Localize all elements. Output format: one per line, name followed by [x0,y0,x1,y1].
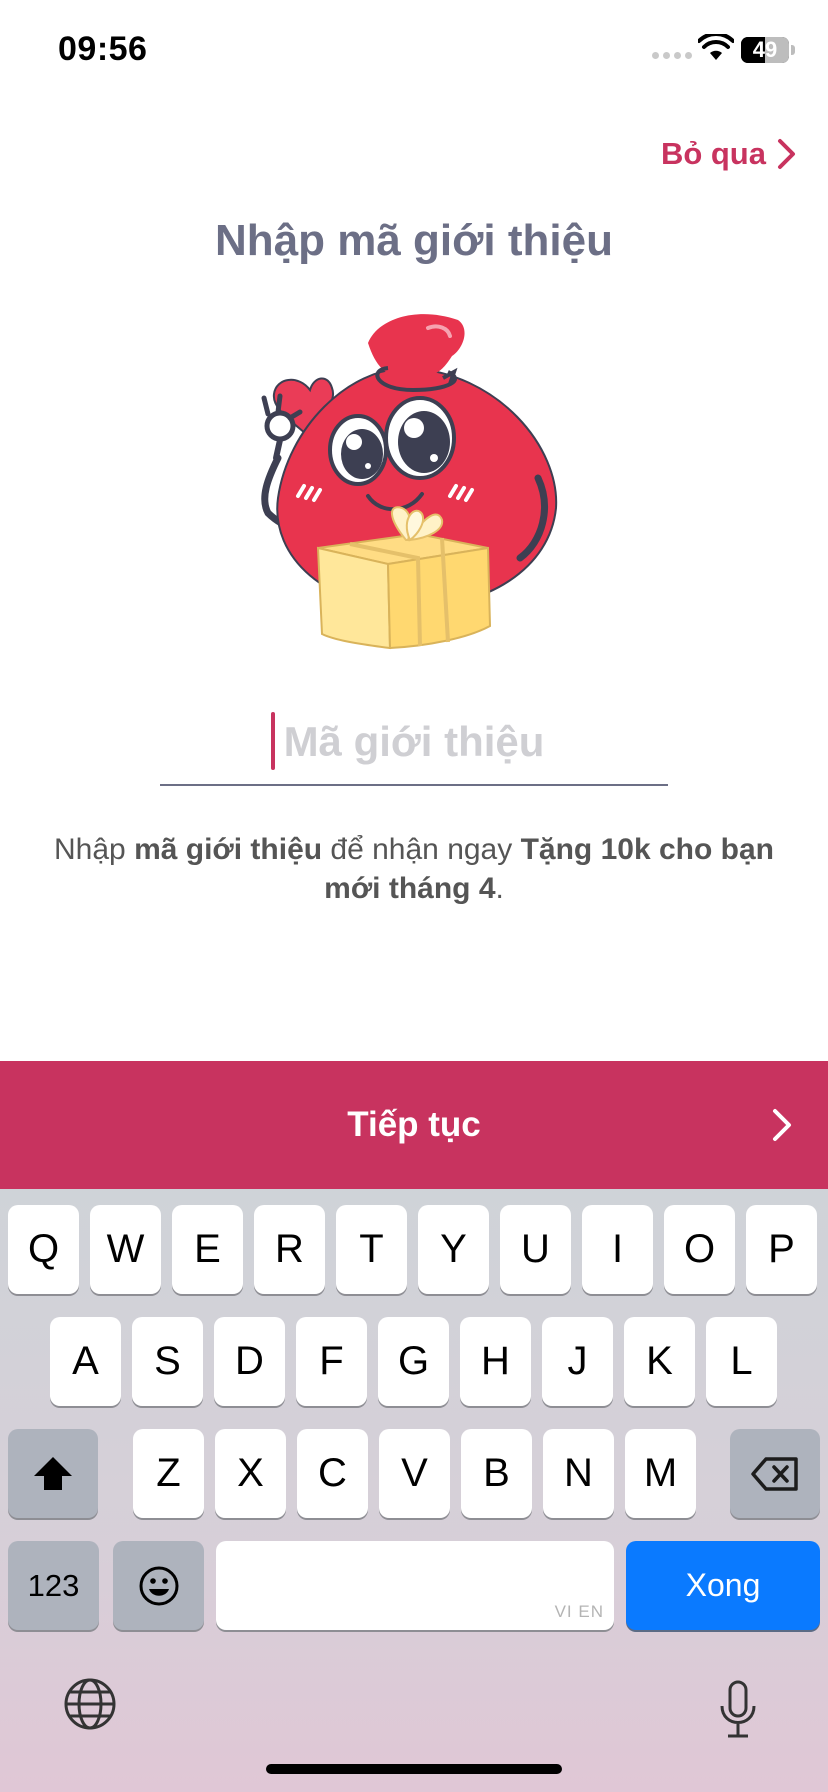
status-time: 09:56 [58,30,148,68]
hint-text-3: . [495,872,504,905]
home-indicator [266,1764,562,1774]
wifi-icon [698,34,734,60]
backspace-key[interactable] [730,1429,820,1518]
key-s[interactable]: S [132,1317,203,1406]
key-j[interactable]: J [542,1317,613,1406]
referral-code-input[interactable] [160,700,668,784]
emoji-key[interactable] [113,1541,204,1630]
key-a[interactable]: A [50,1317,121,1406]
hint-text-1: Nhập [54,833,135,866]
chevron-right-icon [778,139,795,169]
continue-button[interactable]: Tiếp tục [0,1061,828,1189]
key-t[interactable]: T [336,1205,407,1294]
battery-icon: 49 [741,37,789,63]
key-f[interactable]: F [296,1317,367,1406]
status-bar: 09:56 49 [0,0,828,100]
skip-label: Bỏ qua [660,136,766,171]
key-n[interactable]: N [543,1429,614,1518]
key-v[interactable]: V [379,1429,450,1518]
referral-hint: Nhập mã giới thiệu để nhận ngay Tặng 10k… [40,830,788,908]
continue-label: Tiếp tục [347,1105,481,1144]
shift-icon [34,1456,72,1490]
done-key[interactable]: Xong [626,1541,820,1630]
hint-text-2: để nhận ngay [322,833,521,866]
skip-button[interactable]: Bỏ qua [661,136,798,172]
key-o[interactable]: O [664,1205,735,1294]
key-u[interactable]: U [500,1205,571,1294]
space-language-hint: VI EN [554,1602,604,1621]
shift-key[interactable] [8,1429,98,1518]
key-z[interactable]: Z [133,1429,204,1518]
key-h[interactable]: H [460,1317,531,1406]
key-w[interactable]: W [90,1205,161,1294]
key-e[interactable]: E [172,1205,243,1294]
key-i[interactable]: I [582,1205,653,1294]
key-x[interactable]: X [215,1429,286,1518]
referral-code-field[interactable] [160,700,668,786]
hint-bold-1: mã giới thiệu [134,833,323,866]
gift-bag-mascot-illustration [261,314,558,650]
key-g[interactable]: G [378,1317,449,1406]
key-k[interactable]: K [624,1317,695,1406]
key-p[interactable]: P [746,1205,817,1294]
key-m[interactable]: M [625,1429,696,1518]
battery-nub [791,45,795,55]
text-cursor [271,712,275,770]
globe-icon[interactable] [62,1676,118,1732]
key-d[interactable]: D [214,1317,285,1406]
numbers-key[interactable]: 123 [8,1541,99,1630]
battery-level: 49 [752,37,778,62]
key-y[interactable]: Y [418,1205,489,1294]
emoji-icon [139,1566,178,1605]
microphone-icon[interactable] [718,1680,758,1740]
space-key[interactable]: VI EN [216,1541,614,1630]
key-b[interactable]: B [461,1429,532,1518]
key-l[interactable]: L [706,1317,777,1406]
key-r[interactable]: R [254,1205,325,1294]
backspace-icon [751,1456,798,1491]
cellular-signal-icon [652,52,692,59]
key-c[interactable]: C [297,1429,368,1518]
page-title: Nhập mã giới thiệu [215,216,613,265]
chevron-right-icon [773,1109,791,1141]
key-q[interactable]: Q [8,1205,79,1294]
